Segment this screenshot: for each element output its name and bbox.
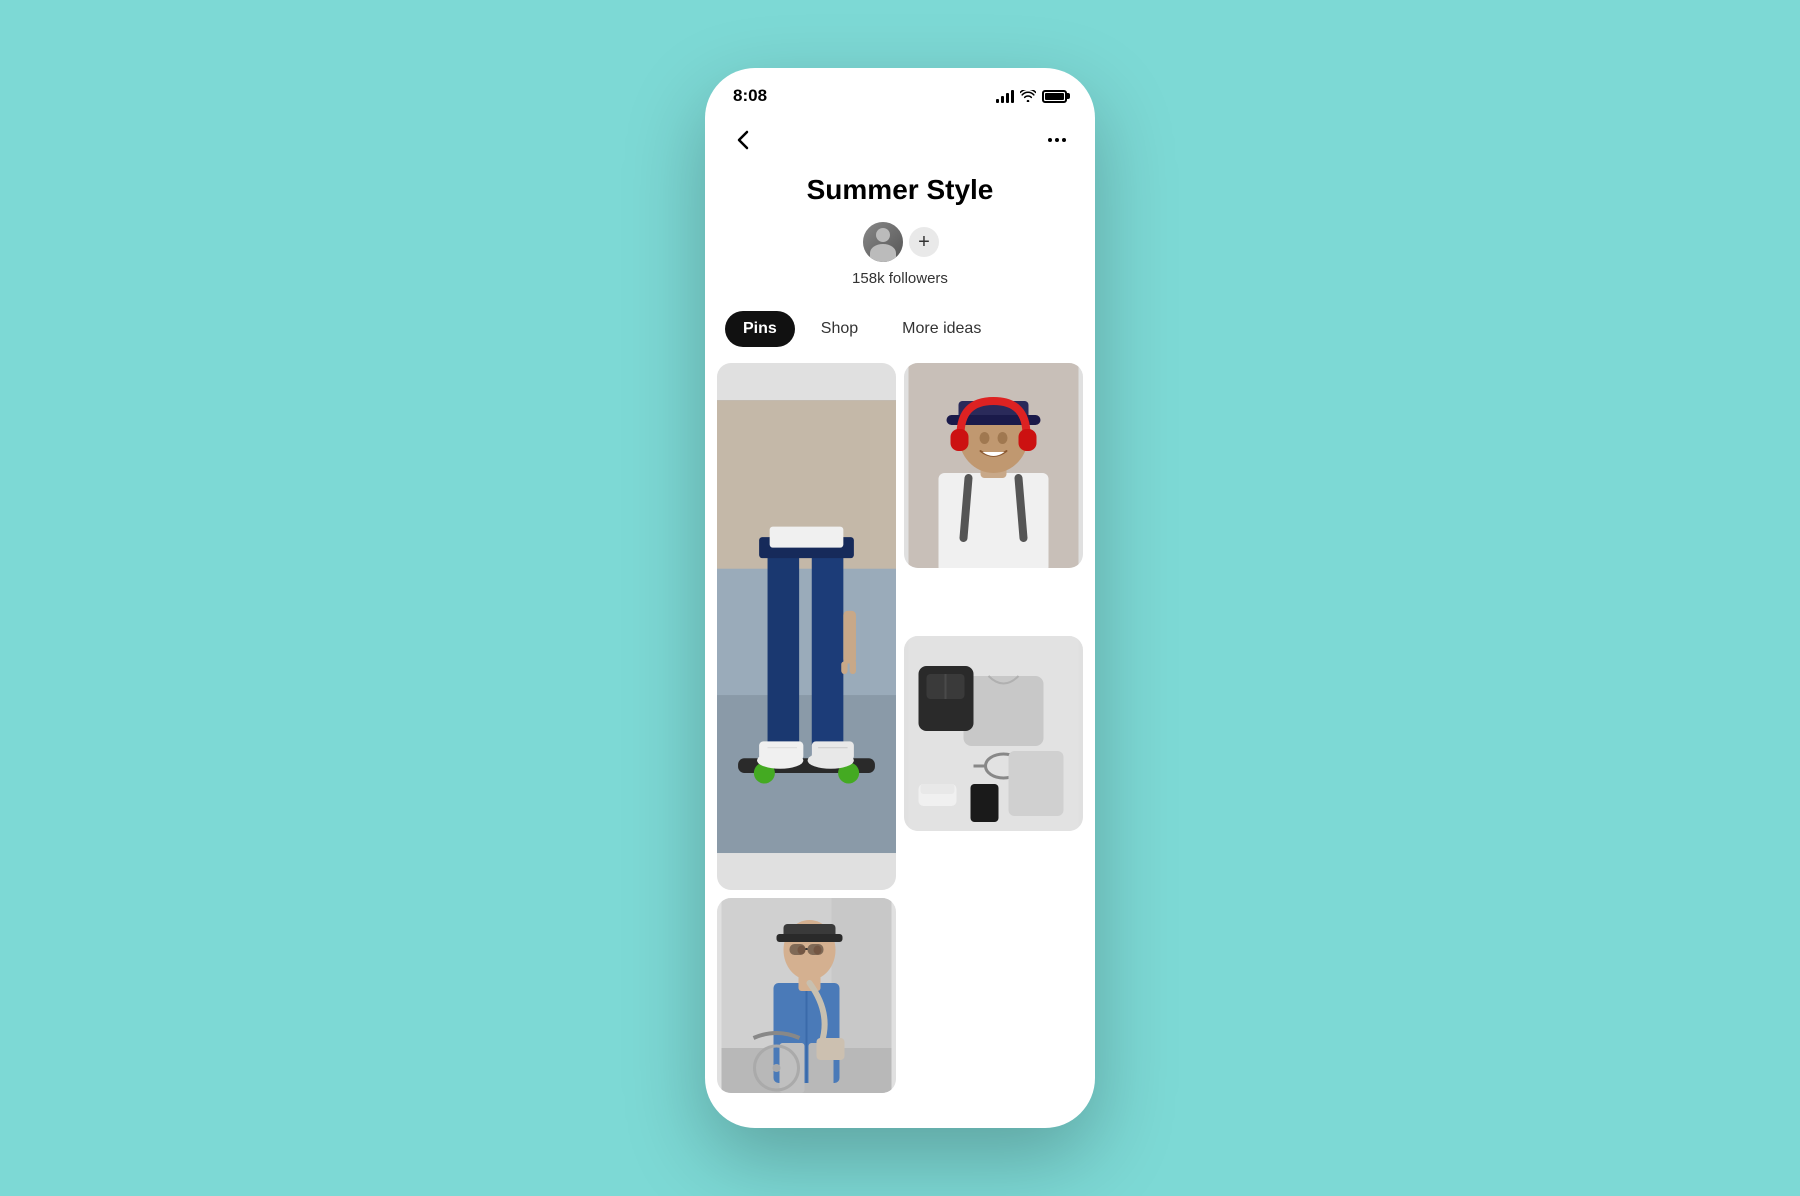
pin-card-headphones[interactable] — [904, 363, 1083, 568]
battery-icon — [1042, 90, 1067, 103]
avatar[interactable] — [861, 220, 905, 264]
wifi-icon — [1020, 90, 1036, 102]
status-time: 8:08 — [733, 86, 767, 106]
pin-image-street — [717, 898, 896, 1093]
tab-shop[interactable]: Shop — [803, 311, 876, 347]
tab-more-ideas[interactable]: More ideas — [884, 311, 999, 347]
pin-image-skate — [717, 363, 896, 890]
more-options-button[interactable] — [1039, 122, 1075, 158]
signal-icon — [996, 89, 1014, 103]
pin-card-street[interactable] — [717, 898, 896, 1093]
board-header: Summer Style + 158k followers — [705, 166, 1095, 303]
pin-card-skate[interactable] — [717, 363, 896, 890]
back-button[interactable] — [725, 122, 761, 158]
phone-frame: 8:08 — [705, 68, 1095, 1128]
plus-icon: + — [918, 232, 930, 252]
pin-image-flatlay — [904, 636, 1083, 831]
followers-count: 158k followers — [852, 270, 948, 287]
avatar-group: + — [861, 220, 939, 264]
status-bar: 8:08 — [705, 68, 1095, 118]
nav-bar — [705, 118, 1095, 166]
status-icons — [996, 89, 1067, 103]
pin-image-headphones — [904, 363, 1083, 568]
followers-section: + 158k followers — [852, 220, 948, 287]
tabs-bar: Pins Shop More ideas — [705, 303, 1095, 363]
pin-grid — [705, 363, 1095, 1128]
follow-button[interactable]: + — [909, 227, 939, 257]
board-title: Summer Style — [807, 174, 994, 206]
tab-pins[interactable]: Pins — [725, 311, 795, 347]
pin-card-flatlay[interactable] — [904, 636, 1083, 831]
